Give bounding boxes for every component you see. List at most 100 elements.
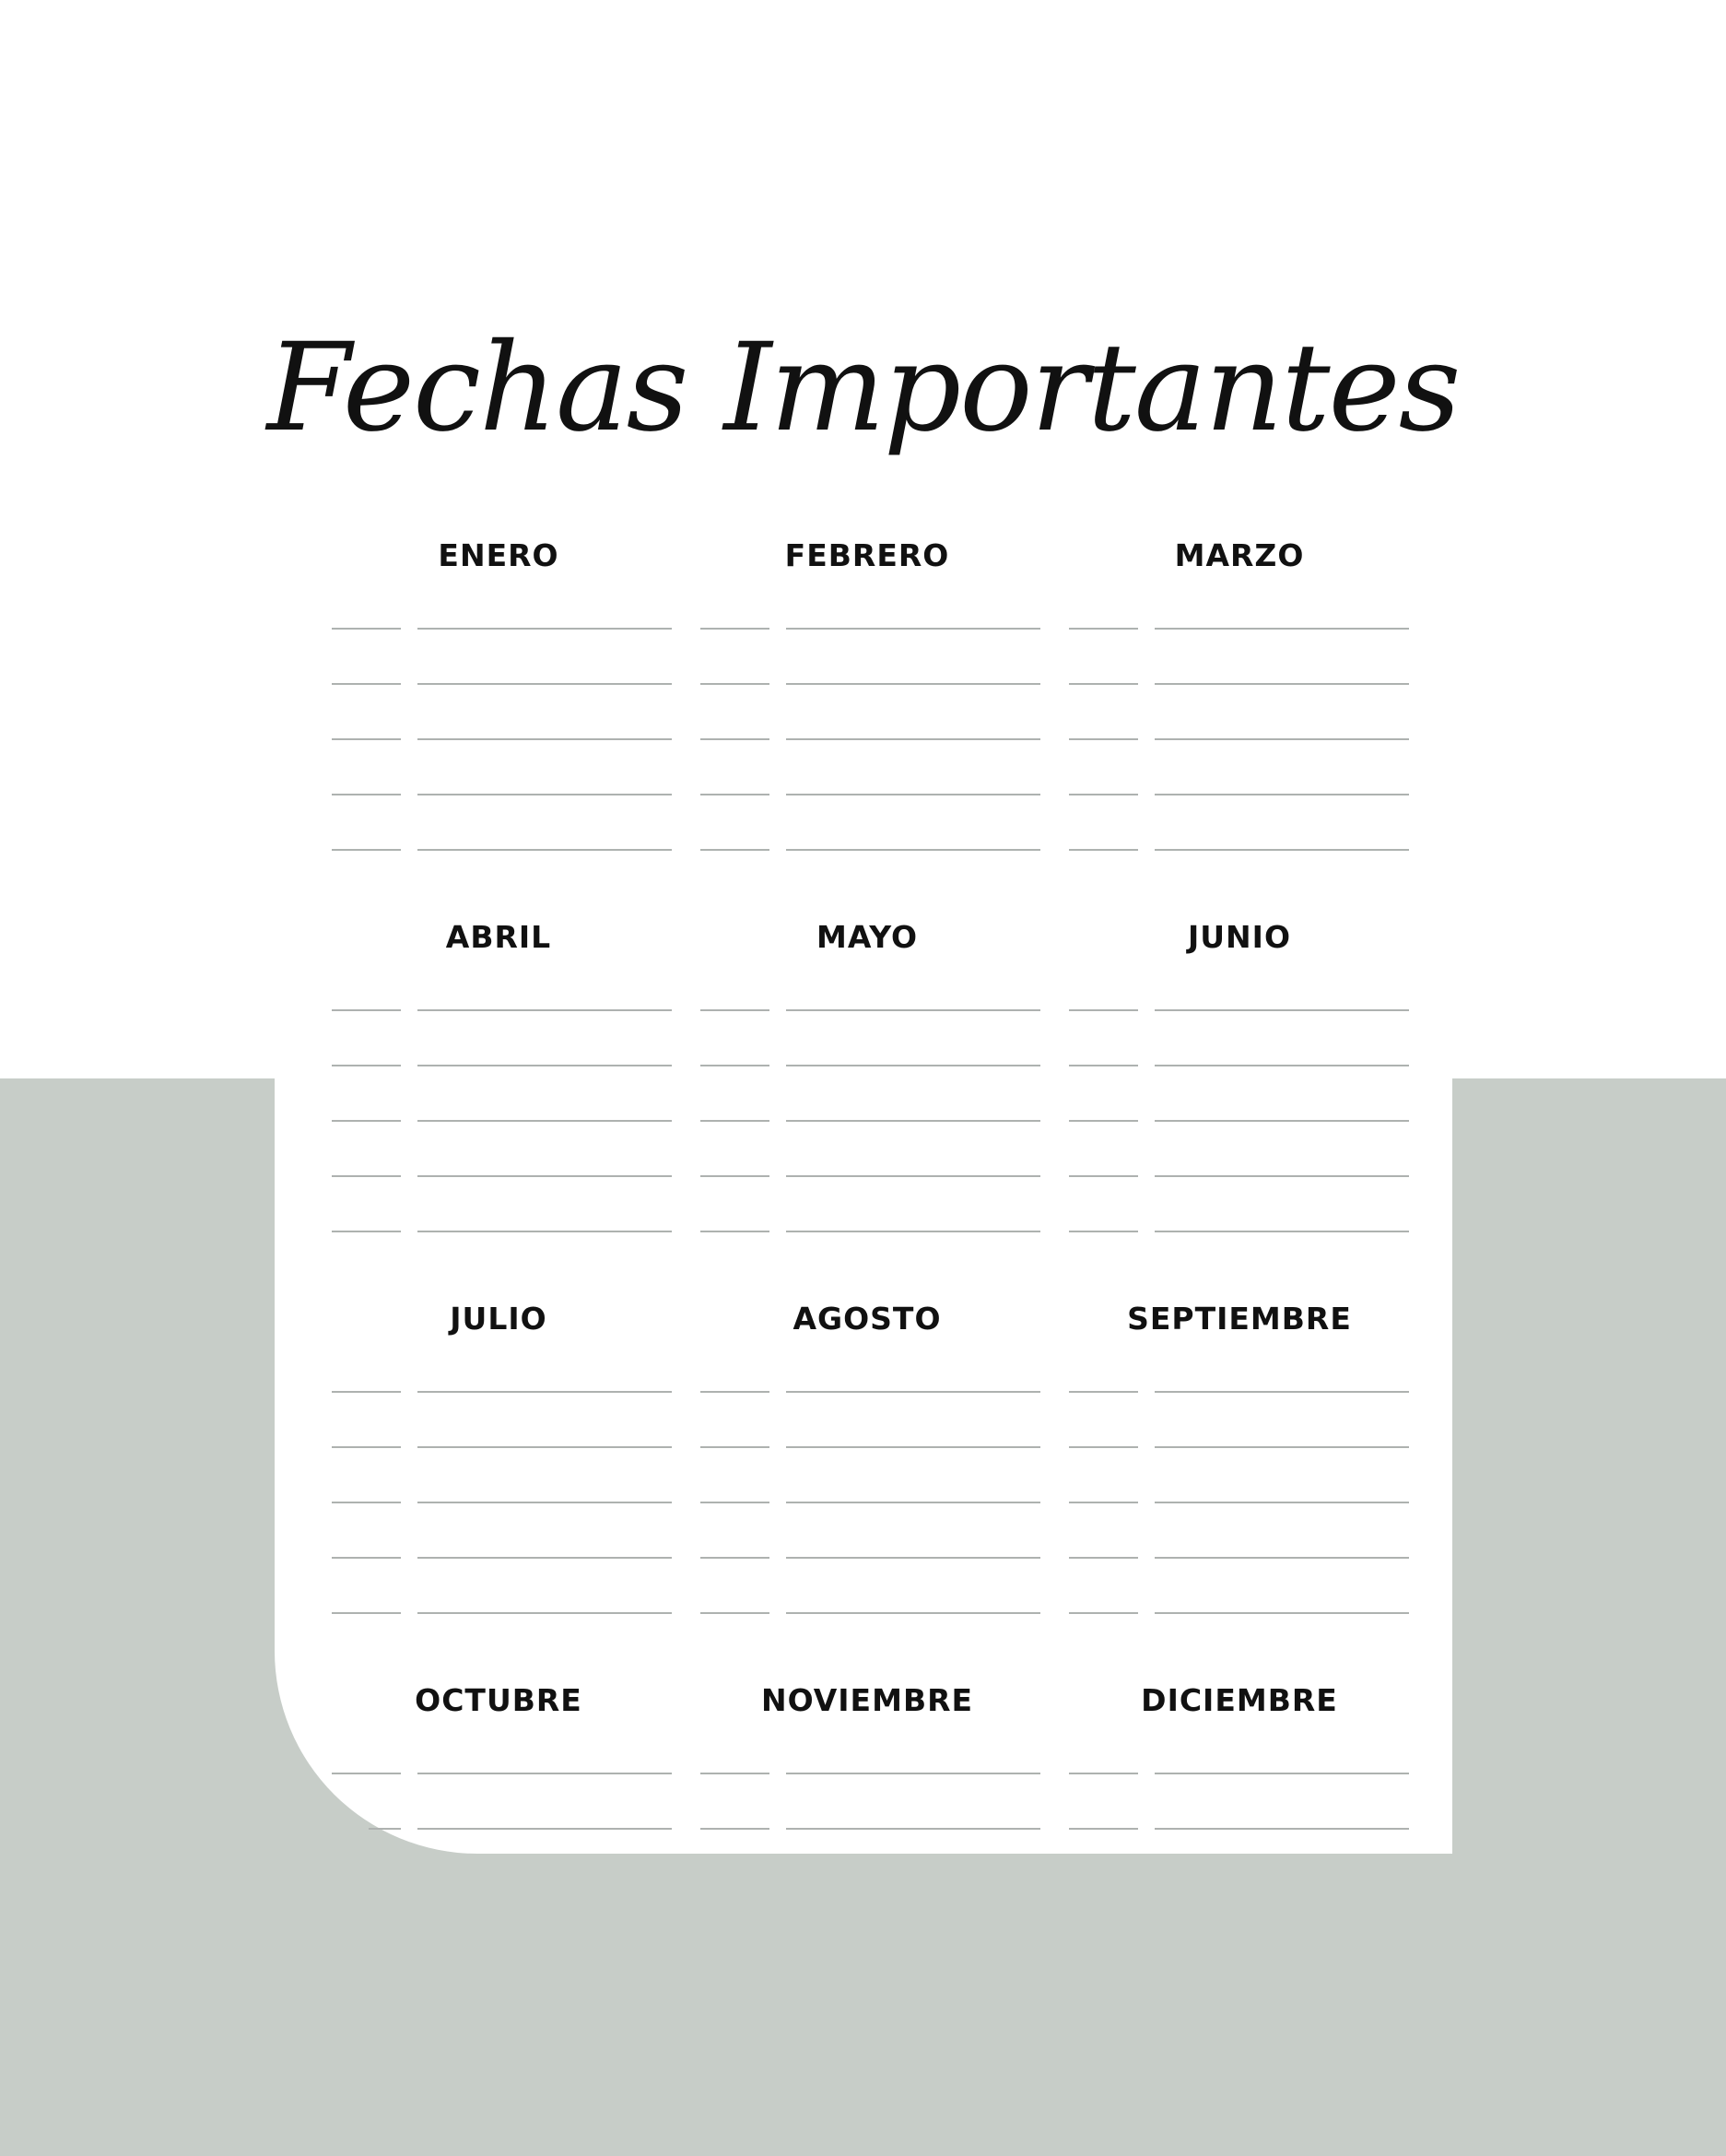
note-line[interactable] <box>786 1231 1040 1232</box>
note-line[interactable] <box>417 1231 672 1232</box>
date-line[interactable] <box>332 1231 401 1232</box>
note-line[interactable] <box>786 1009 1040 1011</box>
note-line[interactable] <box>417 1773 672 1774</box>
note-line[interactable] <box>417 1065 672 1066</box>
note-line[interactable] <box>1155 849 1409 851</box>
note-line[interactable] <box>1155 1009 1409 1011</box>
note-line[interactable] <box>786 1612 1040 1614</box>
date-line[interactable] <box>332 1391 401 1393</box>
date-line[interactable] <box>1069 1009 1138 1011</box>
note-line[interactable] <box>786 683 1040 685</box>
date-line[interactable] <box>1069 1557 1138 1559</box>
date-line[interactable] <box>332 738 401 740</box>
date-line[interactable] <box>332 1120 401 1122</box>
date-line[interactable] <box>1069 1175 1138 1177</box>
date-line[interactable] <box>332 683 401 685</box>
note-line[interactable] <box>786 849 1040 851</box>
date-line[interactable] <box>700 1231 769 1232</box>
date-line[interactable] <box>700 683 769 685</box>
date-line[interactable] <box>332 1065 401 1066</box>
date-line[interactable] <box>332 1557 401 1559</box>
note-line[interactable] <box>786 1446 1040 1448</box>
date-line[interactable] <box>700 1391 769 1393</box>
note-line[interactable] <box>1155 738 1409 740</box>
date-line[interactable] <box>1069 849 1138 851</box>
date-line[interactable] <box>700 1502 769 1503</box>
date-line[interactable] <box>700 1065 769 1066</box>
note-line[interactable] <box>786 1065 1040 1066</box>
date-line[interactable] <box>700 794 769 795</box>
note-line[interactable] <box>417 1612 672 1614</box>
date-line[interactable] <box>1069 1120 1138 1122</box>
date-line[interactable] <box>332 1009 401 1011</box>
note-line[interactable] <box>1155 1446 1409 1448</box>
note-line[interactable] <box>786 1557 1040 1559</box>
date-line[interactable] <box>700 1828 769 1830</box>
note-line[interactable] <box>417 1175 672 1177</box>
date-line[interactable] <box>700 1446 769 1448</box>
date-line[interactable] <box>1069 1612 1138 1614</box>
date-line[interactable] <box>700 849 769 851</box>
note-line[interactable] <box>786 1502 1040 1503</box>
note-line[interactable] <box>417 1828 672 1830</box>
note-line[interactable] <box>786 1828 1040 1830</box>
date-line[interactable] <box>1069 1773 1138 1774</box>
date-line[interactable] <box>332 849 401 851</box>
note-line[interactable] <box>786 794 1040 795</box>
note-line[interactable] <box>786 1175 1040 1177</box>
date-line[interactable] <box>332 794 401 795</box>
note-line[interactable] <box>1155 1828 1409 1830</box>
note-line[interactable] <box>417 794 672 795</box>
note-line[interactable] <box>417 683 672 685</box>
note-line[interactable] <box>786 1391 1040 1393</box>
date-line[interactable] <box>332 628 401 630</box>
date-line[interactable] <box>1069 1391 1138 1393</box>
note-line[interactable] <box>786 1773 1040 1774</box>
note-line[interactable] <box>786 1120 1040 1122</box>
note-line[interactable] <box>417 1446 672 1448</box>
note-line[interactable] <box>417 1009 672 1011</box>
date-line[interactable] <box>700 1009 769 1011</box>
note-line[interactable] <box>786 628 1040 630</box>
note-line[interactable] <box>786 738 1040 740</box>
note-line[interactable] <box>417 738 672 740</box>
date-line[interactable] <box>1069 1065 1138 1066</box>
date-line[interactable] <box>1069 738 1138 740</box>
date-line[interactable] <box>1069 1502 1138 1503</box>
note-line[interactable] <box>1155 1120 1409 1122</box>
note-line[interactable] <box>1155 1391 1409 1393</box>
date-line[interactable] <box>1069 794 1138 795</box>
note-line[interactable] <box>1155 794 1409 795</box>
note-line[interactable] <box>1155 1773 1409 1774</box>
note-line[interactable] <box>1155 1175 1409 1177</box>
note-line[interactable] <box>1155 1502 1409 1503</box>
note-line[interactable] <box>1155 1557 1409 1559</box>
note-line[interactable] <box>1155 683 1409 685</box>
date-line[interactable] <box>332 1773 401 1774</box>
date-line[interactable] <box>700 1175 769 1177</box>
date-line[interactable] <box>332 1446 401 1448</box>
date-line[interactable] <box>700 1773 769 1774</box>
date-line[interactable] <box>700 1557 769 1559</box>
note-line[interactable] <box>1155 628 1409 630</box>
date-line[interactable] <box>1069 628 1138 630</box>
date-line[interactable] <box>700 1612 769 1614</box>
note-line[interactable] <box>417 1502 672 1503</box>
date-line[interactable] <box>1069 1231 1138 1232</box>
date-line[interactable] <box>332 1502 401 1503</box>
note-line[interactable] <box>417 1391 672 1393</box>
date-line[interactable] <box>700 628 769 630</box>
date-line[interactable] <box>700 738 769 740</box>
date-line[interactable] <box>700 1120 769 1122</box>
date-line[interactable] <box>1069 1446 1138 1448</box>
note-line[interactable] <box>417 1557 672 1559</box>
date-line[interactable] <box>1069 1828 1138 1830</box>
note-line[interactable] <box>1155 1065 1409 1066</box>
note-line[interactable] <box>1155 1612 1409 1614</box>
date-line[interactable] <box>1069 683 1138 685</box>
date-line[interactable] <box>369 1828 401 1830</box>
note-line[interactable] <box>417 1120 672 1122</box>
note-line[interactable] <box>417 849 672 851</box>
date-line[interactable] <box>332 1175 401 1177</box>
date-line[interactable] <box>332 1612 401 1614</box>
